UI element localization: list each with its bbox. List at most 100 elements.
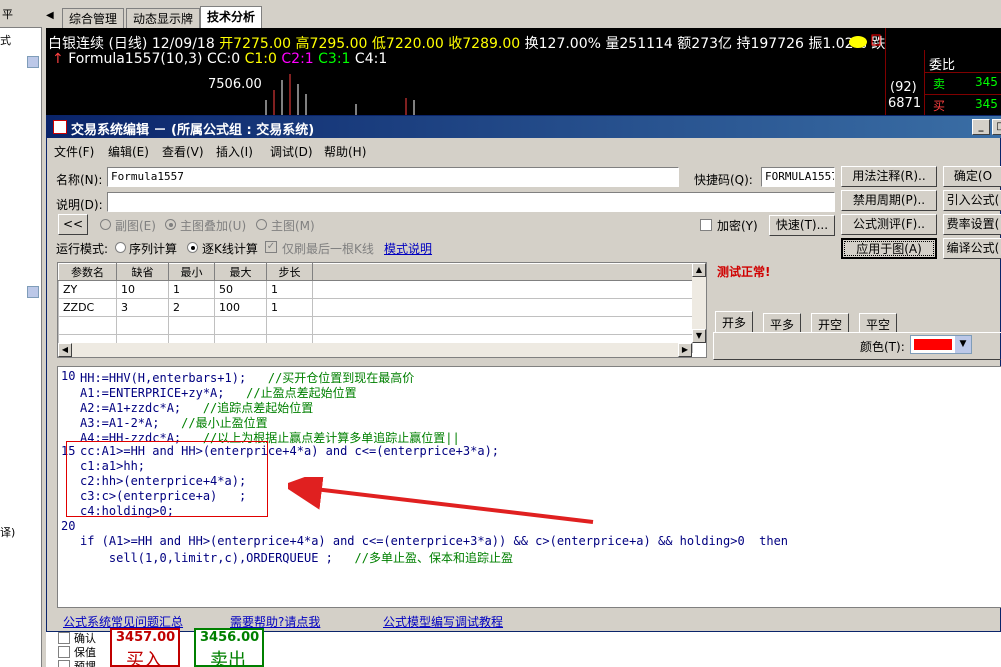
menu-view[interactable]: 查看(V) (162, 143, 204, 160)
order-entry-area: 确认 保值 预埋 3457.00 买入 3456.00 卖出 (46, 628, 1001, 667)
collapse-button[interactable]: << (58, 214, 88, 235)
menu-file[interactable]: 文件(F) (54, 143, 94, 160)
quick-button[interactable]: 快速(T)... (769, 215, 835, 236)
import-formula-button[interactable]: 引入公式( (943, 190, 1001, 211)
maximize-button[interactable]: □ (992, 119, 1001, 135)
sell-price: 3456.00 (200, 630, 260, 645)
line-number: 20 (61, 519, 76, 533)
col-filler (312, 263, 693, 281)
code-text: A3:=A1-2*A; (80, 416, 160, 430)
preorder-checkbox[interactable] (58, 660, 70, 667)
left-panel: 平 式 译) (0, 0, 42, 667)
formula-test-button[interactable]: 公式测评(F).. (841, 214, 937, 235)
menu-debug[interactable]: 调试(D) (270, 143, 313, 160)
scroll-thumb[interactable] (27, 286, 39, 298)
left-panel-label: 式 (0, 34, 11, 47)
tutorial-link[interactable]: 公式模型编写调试教程 (383, 613, 503, 630)
hedge-checkbox[interactable] (58, 646, 70, 658)
code-line[interactable]: sell(1,0,limitr,c),ORDERQUEUE ; //多单止盈、保… (80, 549, 513, 566)
disable-period-button[interactable]: 禁用周期(P).. (841, 190, 937, 211)
tab-close-short[interactable]: 平空 (859, 313, 898, 333)
lamp-icon (849, 36, 867, 48)
buy-row: 买 345 (925, 94, 1001, 114)
code-line[interactable]: if (A1>=HH and HH>(enterprice+4*a) and c… (80, 534, 788, 548)
scroll-up-arrow-icon[interactable]: ▲ (692, 263, 706, 277)
mode-help-link[interactable]: 模式说明 (384, 240, 432, 257)
encrypt-checkbox[interactable] (700, 219, 712, 231)
compile-formula-button[interactable]: 编译公式( (943, 238, 1001, 259)
refresh-last-checkbox[interactable]: ✓ (265, 241, 277, 253)
high-price: 高7295.00 (295, 36, 368, 52)
code-text: A2:=A1+zzdc*A; (80, 401, 182, 415)
window-icon (871, 34, 881, 46)
code-text: HH:=HHV(H,enterbars+1); (80, 371, 247, 385)
tab-dynamic-board[interactable]: 动态显示牌 (126, 8, 201, 28)
table-cell[interactable]: 1 (168, 280, 215, 299)
price-chart[interactable]: 白银连续 (日线) 12/09/18 开7275.00 高7295.00 低72… (46, 28, 885, 116)
open-interest: 持197726 (736, 36, 804, 52)
parameter-table: 参数名 缺省 最小 最大 步长 ZY 10 1 50 1 ZZDC 3 2 10… (57, 262, 707, 358)
dialog-titlebar[interactable]: 交易系统编辑 － (所属公式组 : 交易系统) _ □ (47, 116, 1001, 138)
tab-scroll-left-icon[interactable]: ◀ (46, 10, 54, 21)
col-param-name: 参数名 (58, 263, 117, 281)
table-row[interactable]: ZZDC 3 2 100 1 (58, 298, 693, 317)
description-field[interactable] (107, 192, 835, 212)
table-row[interactable]: ZY 10 1 50 1 (58, 280, 693, 299)
buy-button[interactable]: 3457.00 买入 (110, 628, 180, 667)
table-cell[interactable]: ZZDC (58, 298, 117, 317)
table-cell[interactable]: 50 (214, 280, 267, 299)
radio-subchart[interactable] (100, 219, 111, 230)
table-cell[interactable]: 3 (116, 298, 169, 317)
table-row[interactable] (58, 316, 693, 335)
encrypt-label: 加密(Y) (717, 219, 758, 233)
confirm-button[interactable]: 确定(O (943, 166, 1001, 187)
radio-per-kline[interactable] (187, 242, 198, 253)
menu-insert[interactable]: 插入(I) (216, 143, 253, 160)
radio-mainchart[interactable] (256, 219, 267, 230)
color-select[interactable]: ▼ (910, 335, 972, 354)
scroll-left-arrow-icon[interactable]: ◀ (58, 343, 72, 357)
open-price: 开7275.00 (219, 36, 292, 52)
radio-sequence[interactable] (115, 242, 126, 253)
table-cell[interactable]: ZY (58, 280, 117, 299)
table-cell[interactable]: 10 (116, 280, 169, 299)
color-swatch (914, 339, 952, 350)
scroll-down-arrow-icon[interactable]: ▼ (692, 329, 706, 343)
table-hscrollbar[interactable]: ◀ ▶ (58, 343, 692, 357)
sell-button[interactable]: 3456.00 卖出 (194, 628, 264, 667)
col-step: 步长 (266, 263, 313, 281)
name-field[interactable]: Formula1557 (107, 167, 679, 187)
buy-label: 买入 (126, 650, 162, 667)
tab-technical-analysis[interactable]: 技术分析 (200, 6, 263, 28)
usage-notes-button[interactable]: 用法注释(R).. (841, 166, 937, 187)
code-comment: //最小止盈位置 (159, 416, 268, 430)
chevron-down-icon[interactable]: ▼ (955, 336, 971, 353)
table-cell[interactable]: 100 (214, 298, 267, 317)
minimize-button[interactable]: _ (972, 119, 990, 135)
refresh-last-label: 仅刷最后一根K线 (282, 242, 374, 256)
tab-open-short[interactable]: 开空 (811, 313, 850, 333)
confirm-checkbox[interactable] (58, 632, 70, 644)
scroll-up-button[interactable] (27, 56, 39, 68)
volume-number: 6871 (888, 96, 922, 111)
table-cell[interactable]: 2 (168, 298, 215, 317)
tab-open-long[interactable]: 开多 (715, 311, 754, 333)
menu-edit[interactable]: 编辑(E) (108, 143, 149, 160)
code-editor[interactable]: 10 15 20 HH:=HHV(H,enterbars+1); //买开仓位置到现… (57, 366, 1001, 608)
table-cell[interactable]: 1 (266, 298, 313, 317)
menu-help[interactable]: 帮助(H) (324, 143, 366, 160)
table-vscrollbar[interactable]: ▲ ▼ (692, 263, 706, 343)
table-cell[interactable]: 1 (266, 280, 313, 299)
scroll-right-arrow-icon[interactable]: ▶ (678, 343, 692, 357)
low-price: 低7220.00 (371, 36, 444, 52)
tab-overview[interactable]: 综合管理 (62, 8, 125, 28)
fee-settings-button[interactable]: 费率设置( (943, 214, 1001, 235)
radio-main-overlay[interactable] (165, 219, 176, 230)
color-label: 颜色(T): (860, 340, 905, 354)
shortcut-field[interactable]: FORMULA1557 (761, 167, 835, 187)
trading-system-editor-dialog: 交易系统编辑 － (所属公式组 : 交易系统) _ □ 文件(F) 编辑(E) … (46, 115, 1001, 632)
tab-close-long[interactable]: 平多 (763, 313, 802, 333)
sell-label: 卖出 (210, 650, 246, 667)
apply-to-chart-button[interactable]: 应用于图(A) (841, 238, 937, 259)
indicator-c4: C4:1 (354, 51, 388, 67)
